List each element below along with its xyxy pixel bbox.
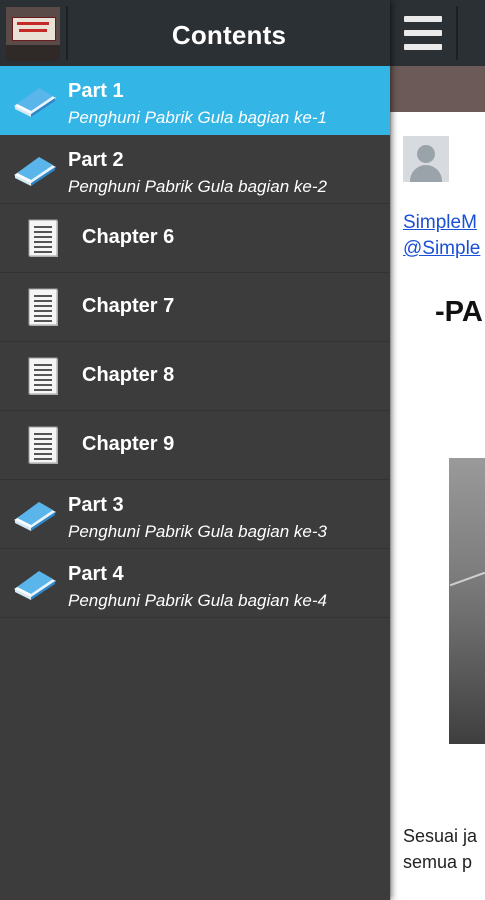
- toc-item-subtitle: Penghuni Pabrik Gula bagian ke-4: [68, 591, 327, 610]
- book-icon: [13, 153, 57, 187]
- toc-item[interactable]: Chapter 9: [0, 411, 390, 480]
- toc-item[interactable]: Chapter 7: [0, 273, 390, 342]
- toc-item-subtitle: Penghuni Pabrik Gula bagian ke-1: [68, 108, 327, 127]
- toc-item-label: Chapter 8: [82, 364, 175, 386]
- page-title: Contents: [171, 20, 287, 50]
- toc-item[interactable]: Part 2 Penghuni Pabrik Gula bagian ke-2: [0, 135, 390, 204]
- toc-item[interactable]: Part 4 Penghuni Pabrik Gula bagian ke-4: [0, 549, 390, 618]
- toc-item-label: Chapter 9: [82, 433, 175, 455]
- toc-item-label: Chapter 7: [82, 295, 175, 317]
- reader-banner: [390, 66, 485, 112]
- reader-panel: SimpleM @Simple -PA Sesuai ja semua p: [390, 0, 485, 900]
- book-icon: [13, 498, 57, 532]
- toc-item[interactable]: Chapter 8: [0, 342, 390, 411]
- toc-item-label: Part 2: [68, 149, 124, 171]
- article-heading: -PA: [435, 296, 483, 328]
- toc-item-label: Chapter 6: [82, 226, 175, 248]
- toc-item[interactable]: Part 1 Penghuni Pabrik Gula bagian ke-1: [0, 66, 390, 135]
- document-icon: [26, 356, 62, 398]
- menu-icon[interactable]: [402, 12, 444, 54]
- toc-list: Part 1 Penghuni Pabrik Gula bagian ke-1 Pa…: [0, 66, 390, 618]
- document-icon: [26, 218, 62, 260]
- article-photo: [449, 458, 485, 744]
- book-icon: [13, 84, 57, 118]
- reader-content: SimpleM @Simple -PA Sesuai ja semua p: [390, 112, 485, 900]
- author-link[interactable]: SimpleM: [403, 212, 477, 234]
- contents-drawer: Contents Part 1 Penghuni Pabrik Gula bagi…: [0, 0, 390, 900]
- app-logo[interactable]: [6, 7, 60, 61]
- toc-item-label: Part 3: [68, 494, 124, 516]
- avatar: [403, 136, 449, 182]
- toc-item[interactable]: Part 3 Penghuni Pabrik Gula bagian ke-3: [0, 480, 390, 549]
- article-body-line: semua p: [403, 852, 473, 872]
- toc-item-subtitle: Penghuni Pabrik Gula bagian ke-2: [68, 177, 327, 196]
- article-body-line: Sesuai ja: [403, 826, 478, 846]
- drawer-header: Contents: [0, 0, 390, 66]
- toc-item[interactable]: Chapter 6: [0, 204, 390, 273]
- toc-item-subtitle: Penghuni Pabrik Gula bagian ke-3: [68, 522, 327, 541]
- toc-item-label: Part 1: [68, 80, 124, 102]
- book-icon: [13, 567, 57, 601]
- reader-toolbar: [390, 0, 485, 66]
- toolbar-divider: [456, 6, 458, 60]
- toc-item-label: Part 4: [68, 563, 124, 585]
- author-handle-link[interactable]: @Simple: [403, 238, 480, 260]
- document-icon: [26, 287, 62, 329]
- document-icon: [26, 425, 62, 467]
